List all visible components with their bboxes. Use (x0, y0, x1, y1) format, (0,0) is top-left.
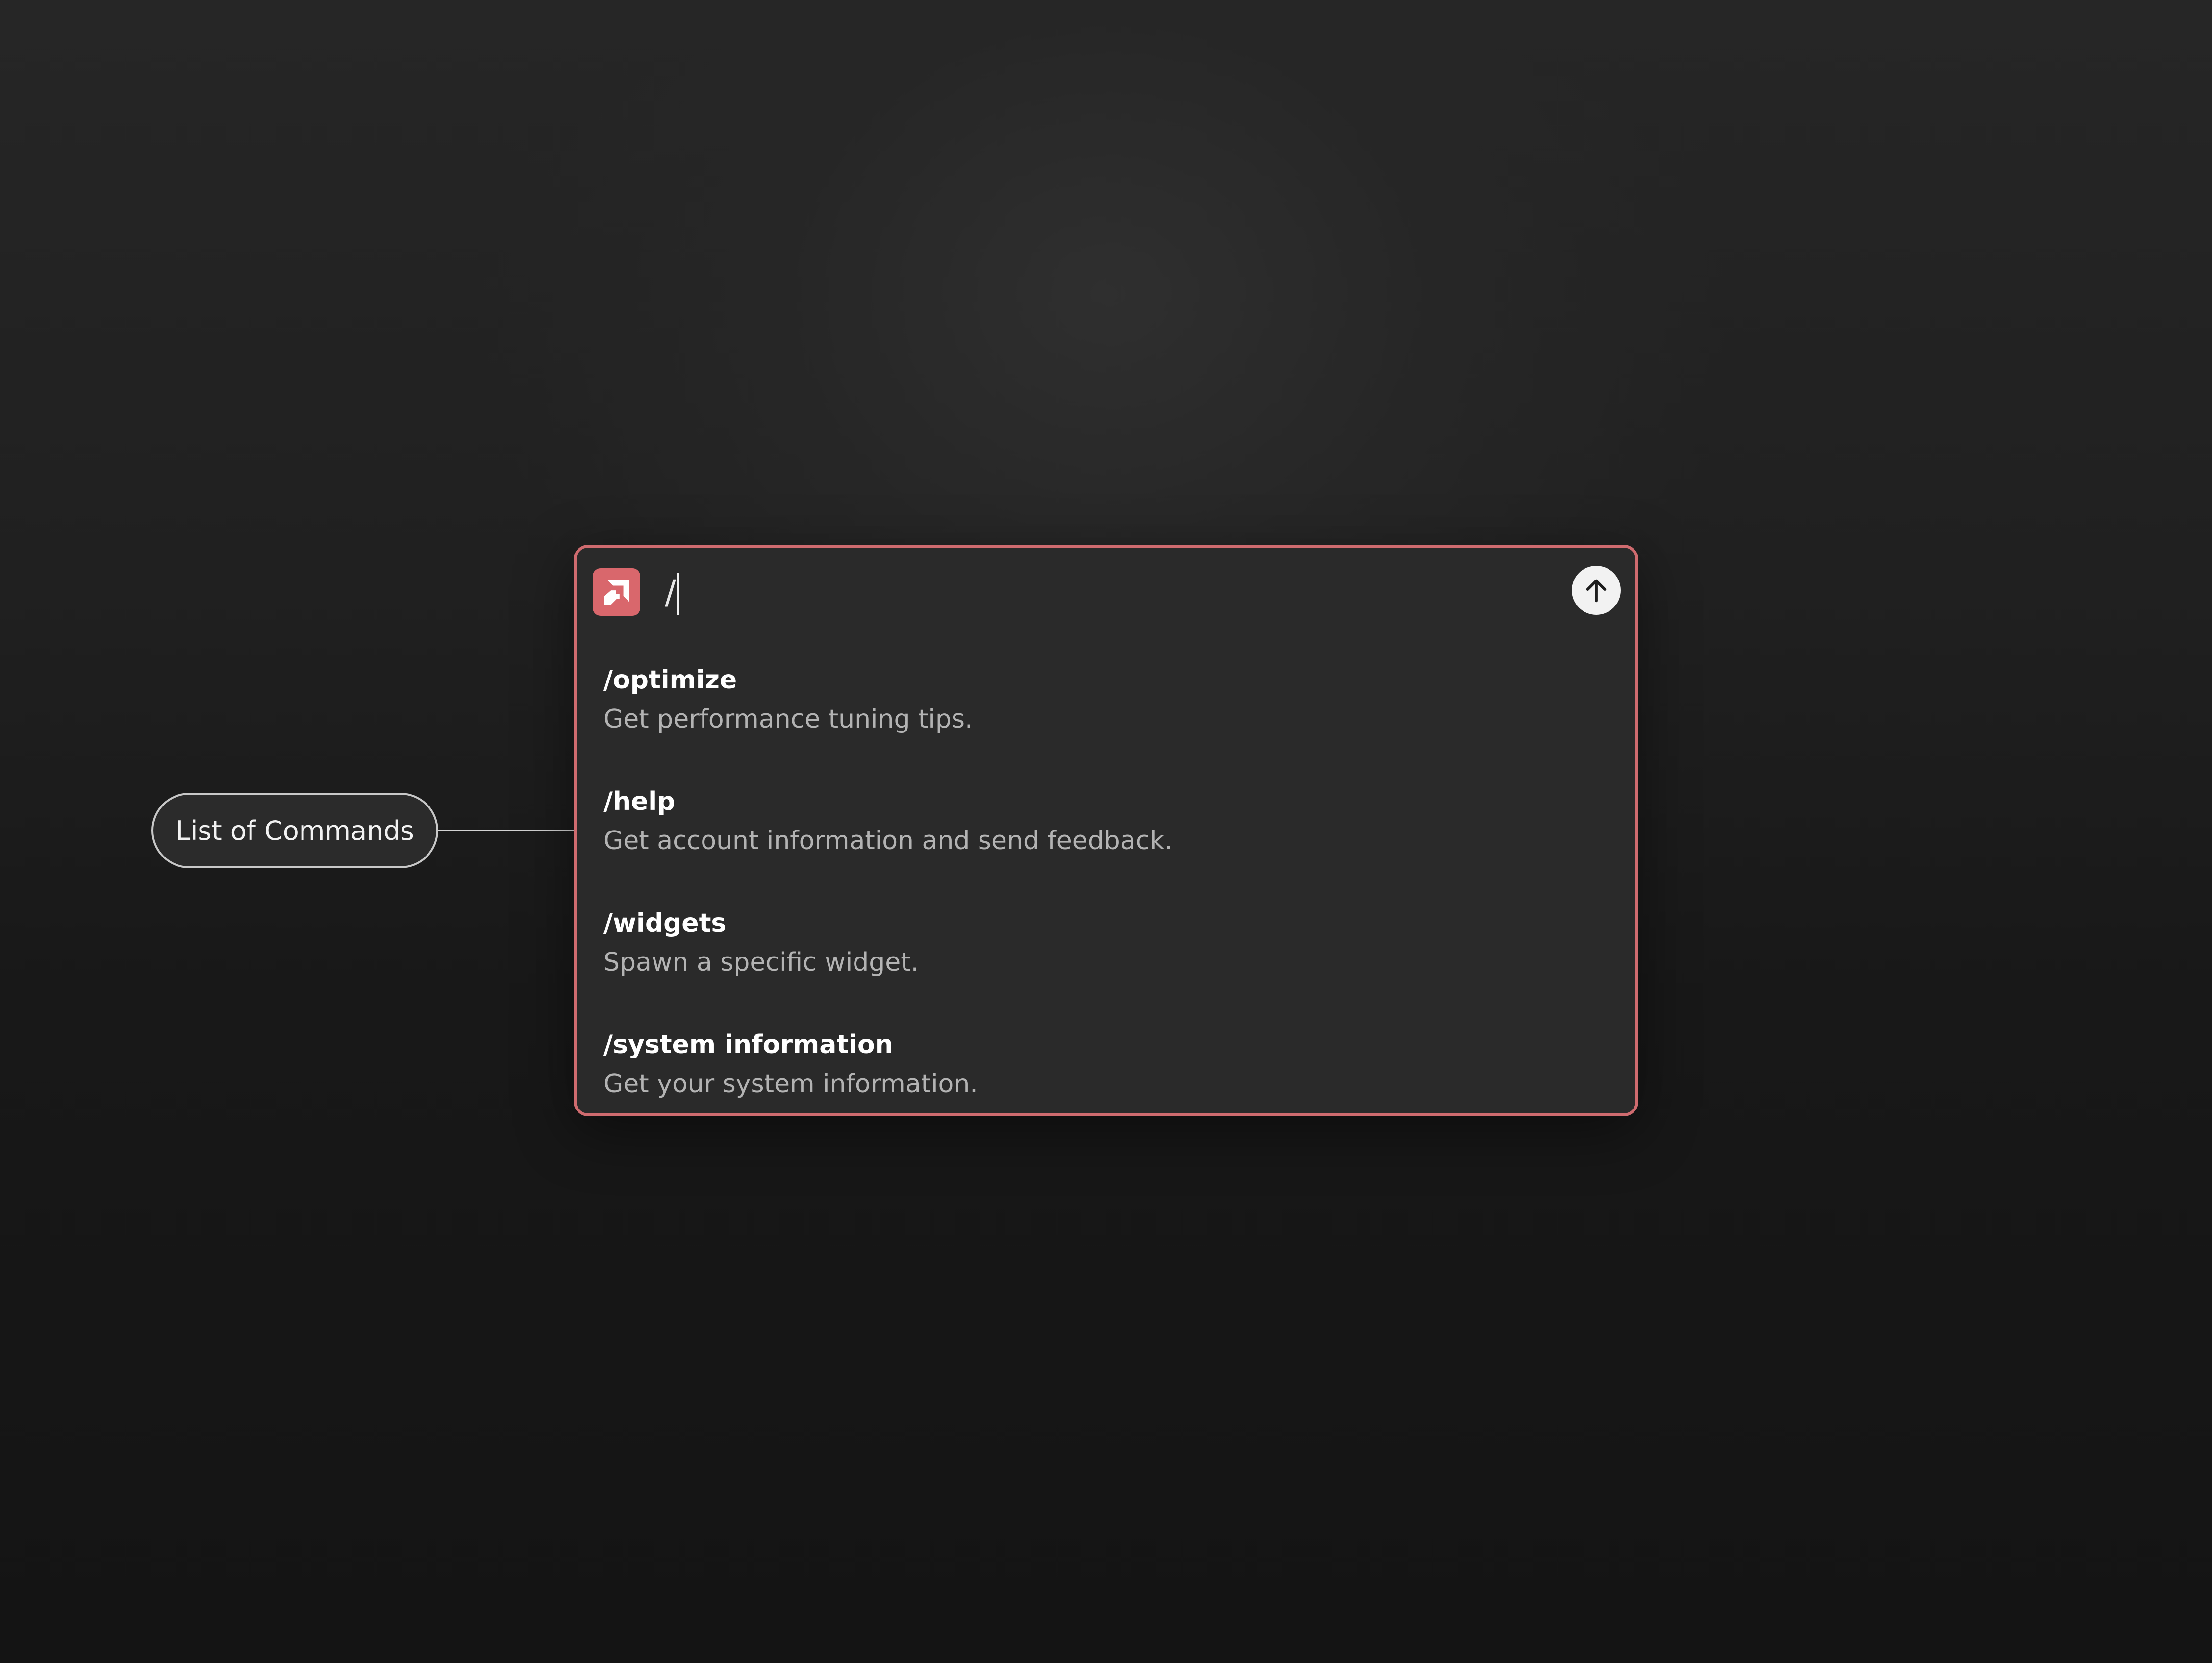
command-item-system-information[interactable]: /system information Get your system info… (603, 1025, 1584, 1147)
amd-logo-icon (593, 568, 640, 616)
command-description: Get your system information. (603, 1069, 978, 1099)
command-description: Get performance tuning tips. (603, 705, 973, 734)
command-name: /help (603, 787, 676, 816)
command-item-optimize[interactable]: /optimize Get performance tuning tips. (603, 660, 1584, 782)
command-list: /optimize Get performance tuning tips. /… (603, 660, 1584, 1147)
arrow-up-icon (1586, 579, 1607, 603)
command-description: Spawn a specific widget. (603, 948, 919, 977)
command-name: /widgets (603, 908, 727, 938)
text-caret (677, 573, 679, 615)
callout-label: List of Commands (176, 815, 414, 846)
command-item-help[interactable]: /help Get account information and send f… (603, 782, 1584, 904)
send-button[interactable] (1572, 566, 1621, 615)
command-input[interactable] (665, 569, 1351, 616)
command-description: Get account information and send feedbac… (603, 826, 1173, 856)
amd-logo-glyph (604, 580, 629, 605)
callout-connector-line (438, 830, 588, 832)
list-of-commands-callout: List of Commands (151, 793, 438, 868)
command-name: /system information (603, 1030, 893, 1059)
command-name: /optimize (603, 665, 737, 695)
command-panel: /optimize Get performance tuning tips. /… (574, 545, 1638, 1116)
command-item-widgets[interactable]: /widgets Spawn a specific widget. (603, 904, 1584, 1025)
